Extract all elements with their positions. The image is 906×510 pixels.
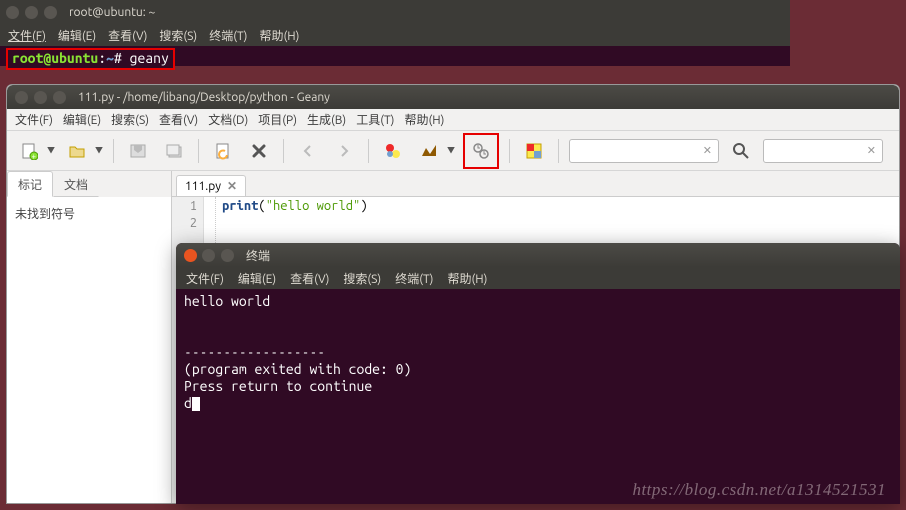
menu-terminal[interactable]: 终端(T) (209, 27, 247, 44)
geany-menubar: 文件(F) 编辑(E) 搜索(S) 查看(V) 文档(D) 项目(P) 生成(B… (7, 109, 899, 131)
cursor-icon (192, 397, 200, 411)
new-file-button[interactable]: + (15, 137, 43, 165)
menu-file[interactable]: 文件(F) (186, 270, 224, 287)
output-terminal-body[interactable]: hello world ------------------ (program … (176, 289, 900, 416)
menu-edit[interactable]: 编辑(E) (63, 111, 101, 128)
menu-view[interactable]: 查看(V) (159, 111, 198, 128)
maximize-icon[interactable] (221, 249, 234, 262)
menu-project[interactable]: 项目(P) (258, 111, 297, 128)
root-terminal-window: root@ubuntu: ~ 文件(F) 编辑(E) 查看(V) 搜索(S) 终… (0, 0, 790, 86)
nav-forward-button[interactable] (330, 137, 358, 165)
highlighted-execute-button (463, 133, 499, 169)
menu-view[interactable]: 查看(V) (290, 270, 329, 287)
separator (509, 139, 510, 163)
watermark-text: https://blog.csdn.net/a1314521531 (632, 480, 886, 500)
root-terminal-menubar: 文件(F) 编辑(E) 查看(V) 搜索(S) 终端(T) 帮助(H) (0, 24, 790, 46)
menu-help[interactable]: 帮助(H) (404, 111, 444, 128)
minimize-icon[interactable] (25, 6, 38, 19)
output-terminal-title: 终端 (246, 247, 270, 264)
open-file-button[interactable] (63, 137, 91, 165)
save-all-button[interactable] (160, 137, 188, 165)
geany-sidebar: 标记 文档 未找到符号 (7, 171, 172, 503)
menu-view[interactable]: 查看(V) (108, 27, 147, 44)
dropdown-icon[interactable]: ▼ (447, 145, 455, 156)
close-file-button[interactable] (245, 137, 273, 165)
output-terminal-menubar: 文件(F) 编辑(E) 查看(V) 搜索(S) 终端(T) 帮助(H) (176, 267, 900, 289)
save-button[interactable] (124, 137, 152, 165)
sidebar-tab-documents[interactable]: 文档 (53, 171, 99, 197)
close-icon[interactable] (184, 249, 197, 262)
menu-document[interactable]: 文档(D) (208, 111, 248, 128)
menu-file[interactable]: 文件(F) (15, 111, 53, 128)
root-terminal-body[interactable]: root@ubuntu:~# geany (0, 46, 790, 66)
sidebar-content: 未找到符号 (7, 197, 171, 503)
root-terminal-title: root@ubuntu: ~ (69, 6, 155, 19)
maximize-icon[interactable] (53, 91, 66, 104)
output-terminal-titlebar[interactable]: 终端 (176, 243, 900, 267)
execute-button[interactable] (467, 137, 495, 165)
maximize-icon[interactable] (44, 6, 57, 19)
svg-text:+: + (32, 152, 37, 160)
menu-file[interactable]: 文件(F) (8, 27, 46, 44)
build-button[interactable] (415, 137, 443, 165)
separator (283, 139, 284, 163)
menu-search[interactable]: 搜索(S) (343, 270, 381, 287)
separator (558, 139, 559, 163)
highlighted-command: root@ubuntu:~# geany (6, 48, 175, 70)
close-icon[interactable] (6, 6, 19, 19)
separator (113, 139, 114, 163)
prompt-path: ~ (106, 50, 114, 66)
menu-edit[interactable]: 编辑(E) (58, 27, 96, 44)
search-field[interactable]: ✕ (569, 139, 719, 163)
menu-help[interactable]: 帮助(H) (259, 27, 299, 44)
menu-build[interactable]: 生成(B) (307, 111, 346, 128)
separator (198, 139, 199, 163)
menu-terminal[interactable]: 终端(T) (395, 270, 433, 287)
close-tab-icon[interactable]: ✕ (227, 179, 237, 193)
menu-edit[interactable]: 编辑(E) (238, 270, 276, 287)
geany-title: 111.py - /home/libang/Desktop/python - G… (78, 91, 330, 104)
menu-search[interactable]: 搜索(S) (111, 111, 149, 128)
clear-icon[interactable]: ✕ (703, 144, 712, 157)
dropdown-icon[interactable]: ▼ (95, 145, 103, 156)
search-button[interactable] (727, 137, 755, 165)
sidebar-tab-symbols[interactable]: 标记 (7, 171, 53, 197)
output-terminal-window: 终端 文件(F) 编辑(E) 查看(V) 搜索(S) 终端(T) 帮助(H) h… (176, 243, 900, 504)
root-terminal-titlebar[interactable]: root@ubuntu: ~ (0, 0, 790, 24)
geany-titlebar[interactable]: 111.py - /home/libang/Desktop/python - G… (7, 85, 899, 109)
goto-line-field[interactable]: ✕ (763, 139, 883, 163)
revert-button[interactable] (209, 137, 237, 165)
compile-button[interactable] (379, 137, 407, 165)
terminal-output: hello world ------------------ (program … (184, 293, 411, 411)
prompt-user: root@ubuntu (12, 50, 98, 66)
separator (368, 139, 369, 163)
menu-help[interactable]: 帮助(H) (447, 270, 487, 287)
editor-tab-label: 111.py (185, 180, 221, 193)
dropdown-icon[interactable]: ▼ (47, 145, 55, 156)
editor-tab-file[interactable]: 111.py ✕ (176, 175, 246, 196)
minimize-icon[interactable] (34, 91, 47, 104)
menu-tools[interactable]: 工具(T) (356, 111, 394, 128)
typed-command: geany (130, 50, 169, 66)
geany-toolbar: + ▼ ▼ ▼ ✕ ✕ (7, 131, 899, 171)
color-chooser-button[interactable] (520, 137, 548, 165)
clear-icon[interactable]: ✕ (867, 144, 876, 157)
nav-back-button[interactable] (294, 137, 322, 165)
minimize-icon[interactable] (202, 249, 215, 262)
menu-search[interactable]: 搜索(S) (159, 27, 197, 44)
close-icon[interactable] (15, 91, 28, 104)
